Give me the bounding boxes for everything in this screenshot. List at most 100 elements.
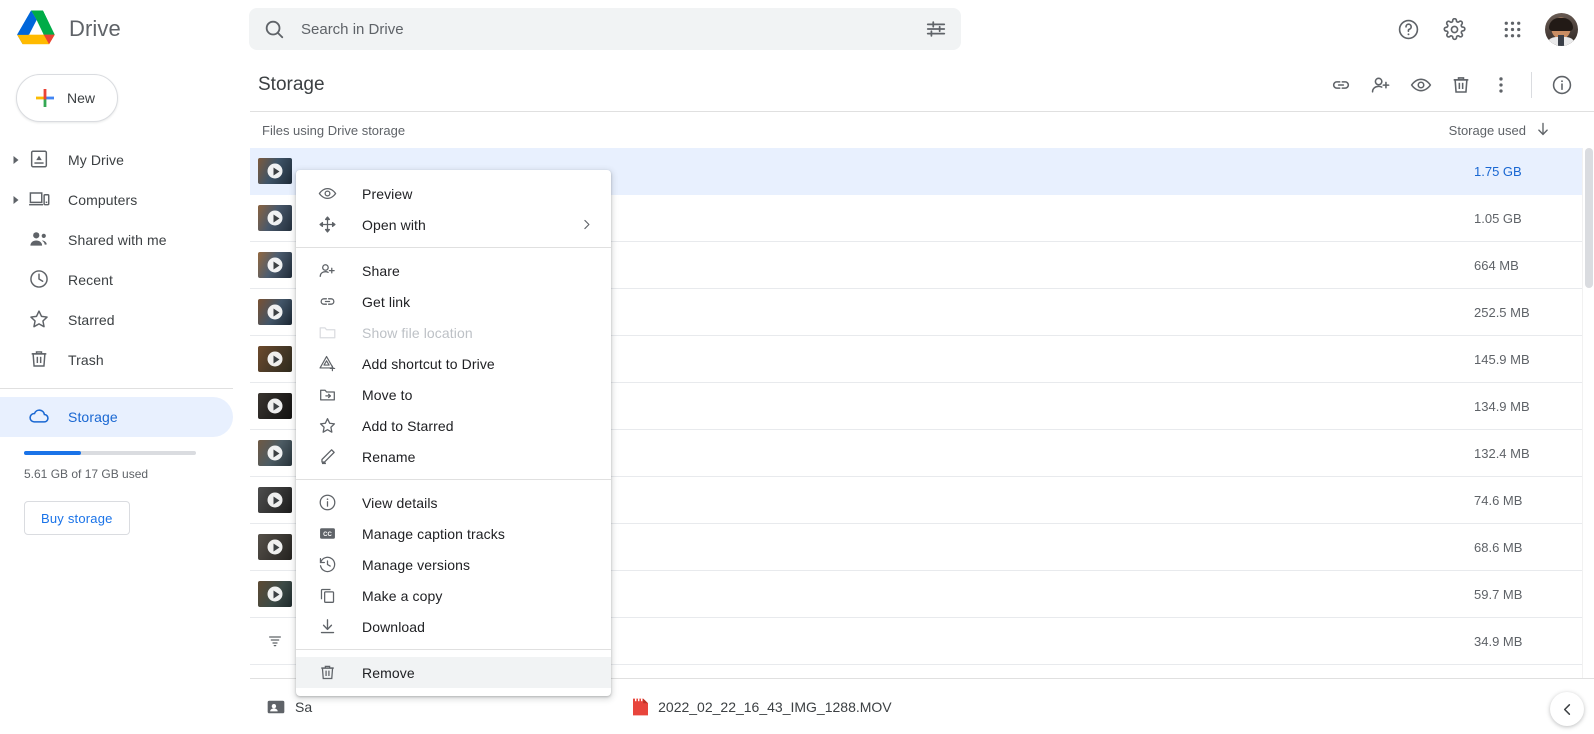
file-storage-used: 252.5 MB <box>1474 304 1530 320</box>
bottom-left-item[interactable]: Sa <box>266 697 312 717</box>
menu-item-label: Manage caption tracks <box>362 525 505 542</box>
search-bar[interactable] <box>249 8 961 50</box>
storage-usage-text: 5.61 GB of 17 GB used <box>24 467 149 481</box>
sidebar-item-recent[interactable]: Recent <box>0 260 233 300</box>
remove-trash-icon[interactable] <box>1441 65 1481 105</box>
menu-item-label: Remove <box>362 664 415 681</box>
main-toolbar <box>1321 65 1594 105</box>
sidebar-item-trash[interactable]: Trash <box>0 340 233 380</box>
menu-item-label: Open with <box>362 216 426 233</box>
remove-trash-icon <box>316 662 338 684</box>
folder-icon <box>316 322 338 344</box>
sidebar-item-starred[interactable]: Starred <box>0 300 233 340</box>
menu-item-label: Share <box>362 262 400 279</box>
share-person-add-icon[interactable] <box>1361 65 1401 105</box>
details-info-icon[interactable] <box>1542 65 1582 105</box>
menu-item-share[interactable]: Share <box>296 255 611 286</box>
sidebar-item-label: Computers <box>68 192 138 208</box>
drive-app-window: Drive Search in Drive New My Drive Compu… <box>0 0 1594 734</box>
video-thumbnail <box>258 252 292 278</box>
list-scrollbar[interactable] <box>1582 148 1594 732</box>
plus-icon <box>33 86 57 110</box>
menu-item-add-shortcut-to-drive[interactable]: Add shortcut to Drive <box>296 348 611 379</box>
menu-item-manage-caption-tracks[interactable]: CC Manage caption tracks <box>296 518 611 549</box>
video-thumbnail <box>258 440 292 466</box>
menu-item-make-a-copy[interactable]: Make a copy <box>296 580 611 611</box>
sidebar-item-label: Recent <box>68 272 113 288</box>
chevron-left-icon[interactable] <box>1550 692 1584 726</box>
user-avatar-image <box>1544 12 1578 46</box>
tune-icon[interactable] <box>925 18 947 40</box>
menu-item-view-details[interactable]: View details <box>296 487 611 518</box>
bottom-file-label: 2022_02_22_16_43_IMG_1288.MOV <box>658 698 892 715</box>
menu-item-manage-versions[interactable]: Manage versions <box>296 549 611 580</box>
move-to-folder-icon <box>316 384 338 406</box>
trash-icon <box>28 348 52 372</box>
menu-item-label: Manage versions <box>362 556 471 573</box>
bottom-file-item[interactable]: 2022_02_22_16_43_IMG_1288.MOV <box>632 697 892 717</box>
chevron-right-icon[interactable] <box>4 195 28 205</box>
video-thumbnail <box>258 393 292 419</box>
menu-item-get-link[interactable]: Get link <box>296 286 611 317</box>
scrollbar-thumb[interactable] <box>1585 148 1593 288</box>
bottom-left-label: Sa <box>295 698 313 715</box>
file-storage-used: 1.75 GB <box>1474 163 1522 179</box>
play-icon <box>267 492 283 508</box>
get-link-icon <box>316 291 338 313</box>
more-vert-icon[interactable] <box>1481 65 1521 105</box>
gear-icon[interactable] <box>1434 9 1474 49</box>
copy-icon <box>316 585 338 607</box>
menu-item-rename[interactable]: Rename <box>296 441 611 472</box>
avatar[interactable] <box>1538 6 1584 52</box>
brand-title: Drive <box>69 16 121 41</box>
add-shortcut-icon <box>316 353 338 375</box>
menu-item-download[interactable]: Download <box>296 611 611 642</box>
menu-item-label: Rename <box>362 448 416 465</box>
star-icon <box>316 415 338 437</box>
chevron-right-icon[interactable] <box>4 155 28 165</box>
help-circle-icon[interactable] <box>1388 9 1428 49</box>
sort-glyph-icon <box>258 633 292 649</box>
menu-item-remove[interactable]: Remove <box>296 657 611 688</box>
menu-item-preview[interactable]: Preview <box>296 178 611 209</box>
chevron-right-icon <box>580 218 593 231</box>
preview-eye-icon[interactable] <box>1401 65 1441 105</box>
sidebar-item-shared-with-me[interactable]: Shared with me <box>0 220 233 260</box>
menu-separator <box>296 649 611 650</box>
video-thumbnail <box>258 158 292 184</box>
new-button-label: New <box>67 90 96 106</box>
file-storage-used: 59.7 MB <box>1474 586 1523 602</box>
sidebar-item-label: Shared with me <box>68 232 167 248</box>
sidebar-item-label: Storage <box>68 409 118 425</box>
play-icon <box>267 163 283 179</box>
sidebar-item-label: My Drive <box>68 152 125 168</box>
video-thumbnail <box>258 346 292 372</box>
menu-item-label: Add shortcut to Drive <box>362 355 495 372</box>
play-icon <box>267 398 283 414</box>
column-header-storage-used[interactable]: Storage used <box>1449 120 1594 141</box>
apps-grid-icon[interactable] <box>1492 9 1532 49</box>
star-icon <box>28 308 52 332</box>
sidebar-item-computers[interactable]: Computers <box>0 180 233 220</box>
top-header: Drive <box>0 0 1594 58</box>
sidebar-item-my-drive[interactable]: My Drive <box>0 140 233 180</box>
menu-item-label: Get link <box>362 293 411 310</box>
menu-item-add-to-starred[interactable]: Add to Starred <box>296 410 611 441</box>
column-header-name: Files using Drive storage <box>262 122 406 138</box>
sidebar-item-label: Starred <box>68 312 115 328</box>
new-button[interactable]: New <box>16 74 118 122</box>
sidebar-item-storage[interactable]: Storage <box>0 397 233 437</box>
search-input[interactable] <box>301 20 925 38</box>
menu-item-show-file-location: Show file location <box>296 317 611 348</box>
play-icon <box>267 539 283 555</box>
details-info-icon <box>316 492 338 514</box>
get-link-icon[interactable] <box>1321 65 1361 105</box>
buy-storage-button[interactable]: Buy storage <box>24 501 130 535</box>
svg-text:CC: CC <box>323 532 332 538</box>
brand-area[interactable]: Drive <box>0 0 250 58</box>
play-icon <box>267 210 283 226</box>
download-icon <box>316 616 338 638</box>
menu-item-open-with[interactable]: Open with <box>296 209 611 240</box>
menu-item-move-to[interactable]: Move to <box>296 379 611 410</box>
column-header-storage-label: Storage used <box>1448 122 1526 138</box>
